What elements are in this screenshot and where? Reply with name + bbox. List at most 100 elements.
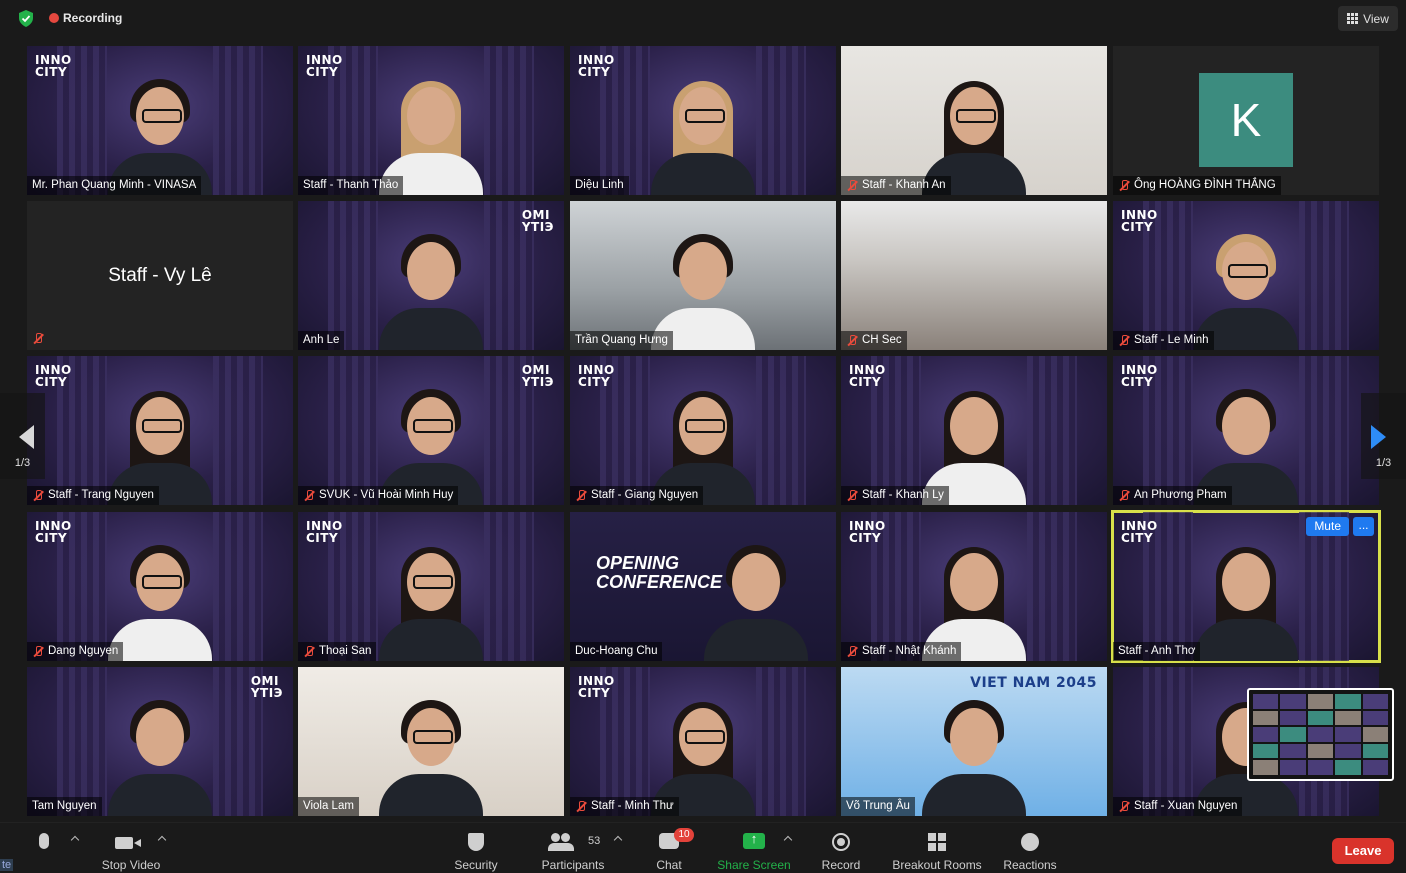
video-tile[interactable]: INNO CITY Mr. Phan Quang Minh - VINASA — [27, 46, 293, 195]
previous-page-button[interactable]: 1/3 — [0, 393, 45, 479]
video-tile[interactable]: INNO CITY Staff - Khanh Ly — [841, 356, 1107, 505]
video-tile[interactable]: OMI YTIЭ Tam Nguyen — [27, 667, 293, 816]
audio-options-chevron-icon[interactable] — [70, 835, 80, 845]
muted-mic-icon — [1118, 334, 1130, 347]
participant-name: Staff - Khanh Ly — [841, 486, 949, 505]
video-tile[interactable]: OMI YTIЭ SVUK - Vũ Hoài Minh Huy — [298, 356, 564, 505]
inno-city-logo: INNO CITY — [849, 363, 886, 389]
participant-name: Duc-Hoang Chu — [570, 642, 663, 661]
video-tile[interactable]: INNO CITY An Phương Pham — [1113, 356, 1379, 505]
participant-name: Staff - Nhật Khánh — [841, 642, 962, 661]
muted-mic-icon — [846, 179, 858, 192]
video-tile[interactable]: INNO CITY Dang Nguyen — [27, 512, 293, 661]
participant-video — [643, 75, 763, 195]
smiley-reaction-icon — [1021, 833, 1039, 851]
video-tile[interactable]: CH Sec — [841, 201, 1107, 350]
chevron-left-icon — [19, 425, 34, 449]
video-tile[interactable]: OMI YTIЭ Anh Le — [298, 201, 564, 350]
inno-city-logo: INNO CITY — [578, 674, 615, 700]
participant-name: An Phương Pham — [1113, 486, 1232, 505]
participant-name: Staff - Anh Thơ — [1113, 642, 1201, 661]
video-tile[interactable]: INNO CITY Staff - Le Minh — [1113, 201, 1379, 350]
video-tile[interactable]: K Ông HOÀNG ĐÌNH THẮNG — [1113, 46, 1379, 195]
participants-button[interactable]: 53 Participants — [535, 823, 611, 873]
participant-name: Viola Lam — [298, 797, 359, 816]
muted-mic-icon — [1118, 800, 1130, 813]
participants-count: 53 — [588, 835, 601, 847]
inno-city-logo: INNO CITY — [1121, 208, 1158, 234]
minimized-gallery-preview[interactable] — [1247, 688, 1394, 781]
grid-view-icon — [1347, 13, 1359, 24]
leave-meeting-button[interactable]: Leave — [1332, 838, 1394, 864]
participant-name: Tam Nguyen — [27, 797, 102, 816]
video-tile[interactable]: VIET NAM 2045 Võ Trung Âu — [841, 667, 1107, 816]
breakout-rooms-icon — [928, 833, 946, 851]
record-icon — [832, 833, 850, 851]
view-button[interactable]: View — [1338, 6, 1398, 31]
video-tile[interactable]: INNO CITY Staff - Thanh Thảo — [298, 46, 564, 195]
inno-city-logo: INNO CITY — [35, 519, 72, 545]
participant-name: Mr. Phan Quang Minh - VINASA — [27, 176, 202, 195]
inno-city-logo: INNO CITY — [1121, 363, 1158, 389]
security-button[interactable]: Security — [446, 823, 506, 873]
participant-name: Trần Quang Hưng — [570, 331, 673, 350]
next-page-button[interactable]: 1/3 — [1361, 393, 1406, 479]
participant-name: Staff - Le Minh — [1113, 331, 1214, 350]
video-tile[interactable]: INNO CITY Staff - Trang Nguyen — [27, 356, 293, 505]
record-button[interactable]: Record — [816, 823, 866, 873]
avatar: K — [1199, 73, 1293, 167]
video-tile[interactable]: Viola Lam — [298, 667, 564, 816]
muted-mic-icon — [32, 489, 44, 502]
inno-city-logo: INNO CITY — [849, 519, 886, 545]
video-tile[interactable]: INNO CITY Diệu Linh — [570, 46, 836, 195]
muted-mic-icon — [32, 645, 44, 658]
participant-name: CH Sec — [841, 331, 907, 350]
recording-label: Recording — [63, 11, 123, 25]
inno-city-logo: OMI YTIЭ — [250, 674, 283, 700]
security-shield-icon[interactable] — [18, 10, 34, 27]
video-tile[interactable]: INNO CITY Thoại San — [298, 512, 564, 661]
stop-video-button[interactable]: Stop Video — [96, 823, 166, 873]
participants-options-chevron-icon[interactable] — [613, 835, 623, 845]
inno-city-logo: INNO CITY — [35, 53, 72, 79]
chat-unread-badge: 10 — [674, 828, 694, 842]
video-tile[interactable]: Staff - Vy Lê — [27, 201, 293, 350]
recording-dot-icon — [49, 13, 59, 23]
participant-name: Staff - Xuan Nguyen — [1113, 797, 1243, 816]
inno-city-logo: INNO CITY — [35, 363, 72, 389]
more-options-button[interactable]: ... — [1353, 517, 1374, 536]
breakout-rooms-button[interactable]: Breakout Rooms — [888, 823, 986, 873]
video-tile[interactable]: INNO CITY Staff - Giang Nguyen — [570, 356, 836, 505]
muted-mic-icon — [1118, 179, 1130, 192]
muted-mic-icon — [303, 645, 315, 658]
participant-name: Staff - Khanh An — [841, 176, 951, 195]
mute-button[interactable] — [22, 823, 66, 873]
inno-city-logo: OMI YTIЭ — [521, 208, 554, 234]
video-tile[interactable]: Trần Quang Hưng — [570, 201, 836, 350]
video-tile[interactable]: INNO CITY Staff - Nhật Khánh — [841, 512, 1107, 661]
video-tile[interactable]: OPENING CONFERENCE Duc-Hoang Chu — [570, 512, 836, 661]
page-indicator: 1/3 — [1375, 457, 1392, 469]
reactions-button[interactable]: Reactions — [998, 823, 1062, 873]
shield-icon — [468, 833, 484, 851]
participant-name: Staff - Giang Nguyen — [570, 486, 704, 505]
video-tile[interactable]: INNO CITY Staff - Minh Thư — [570, 667, 836, 816]
muted-mic-icon — [303, 489, 315, 502]
inno-city-logo: INNO CITY — [1121, 519, 1158, 545]
participant-video — [914, 696, 1034, 816]
view-button-label: View — [1363, 11, 1389, 26]
virtual-background-banner: VIET NAM 2045 — [970, 675, 1097, 691]
video-tile-active-speaker[interactable]: INNO CITY Mute ... Staff - Anh Thơ — [1111, 510, 1381, 663]
video-camera-icon — [115, 837, 141, 849]
participant-name: Staff - Thanh Thảo — [298, 176, 404, 195]
participants-icon — [548, 833, 575, 851]
slide-title: OPENING CONFERENCE — [596, 553, 723, 592]
chevron-right-icon — [1371, 425, 1386, 449]
video-tile[interactable]: Staff - Khanh An — [841, 46, 1107, 195]
participant-video — [1186, 541, 1306, 661]
muted-mic-icon — [846, 489, 858, 502]
participant-name: Anh Le — [298, 331, 345, 350]
share-screen-button[interactable]: Share Screen — [714, 823, 794, 873]
muted-mic-icon — [575, 800, 587, 813]
mute-participant-button[interactable]: Mute — [1306, 517, 1349, 536]
